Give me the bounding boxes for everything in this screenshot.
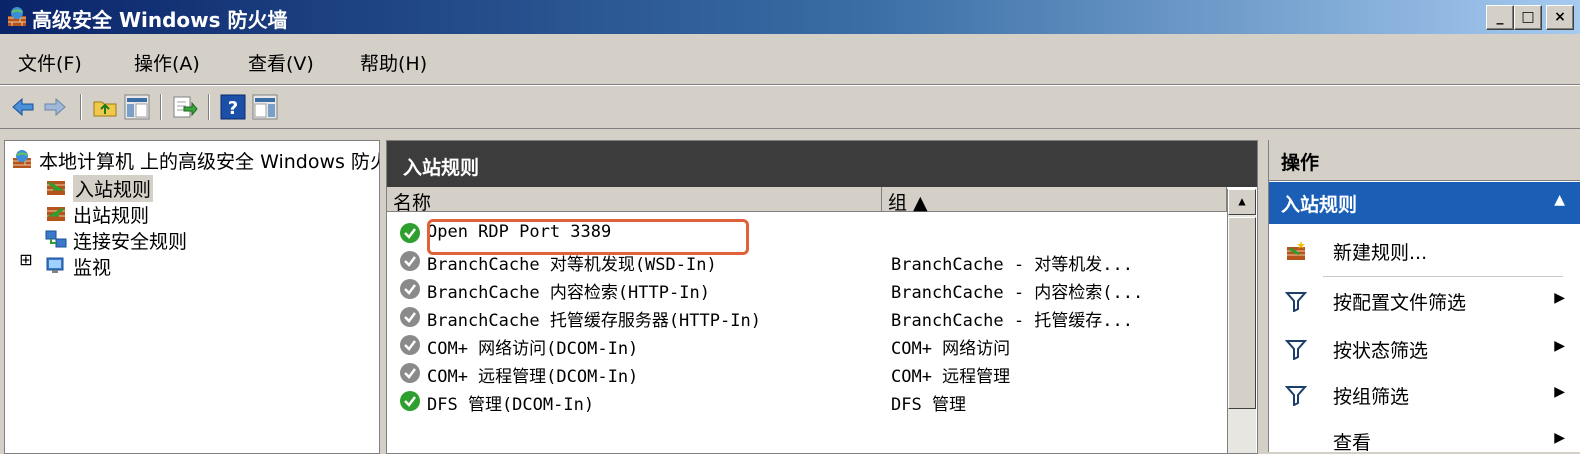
menu-action[interactable]: 操作(A) [134, 49, 200, 76]
action-filter-by-profile[interactable]: 按配置文件筛选 ▶ [1269, 278, 1580, 324]
rule-name: BranchCache 内容检索(HTTP-In) [427, 283, 710, 303]
rule-name: BranchCache 托管缓存服务器(HTTP-In) [427, 311, 761, 331]
navigation-tree: 本地计算机 上的高级安全 Windows 防火墙 入站规则 出站规则 连接安全规… [4, 140, 380, 454]
action-label: 按组筛选 [1333, 386, 1410, 408]
filter-icon [1285, 292, 1307, 312]
rule-group: BranchCache - 内容检索(... [891, 283, 1144, 303]
title-bar: 高级安全 Windows 防火墙 _ □ × [0, 0, 1580, 34]
action-label: 按状态筛选 [1333, 340, 1429, 362]
rule-group: BranchCache - 对等机发... [891, 255, 1133, 275]
maximize-button[interactable]: □ [1514, 5, 1542, 30]
column-name-label: 名称 [393, 192, 432, 214]
menu-help[interactable]: 帮助(H) [360, 49, 427, 76]
window-title: 高级安全 Windows 防火墙 [32, 8, 288, 32]
new-rule-icon [1287, 241, 1305, 260]
tree-item-label: 连接安全规则 [73, 231, 188, 253]
action-filter-by-group[interactable]: 按组筛选 ▶ [1269, 372, 1580, 418]
export-icon[interactable] [172, 94, 198, 120]
submenu-arrow-icon: ▶ [1554, 338, 1565, 354]
toolbar-separator [208, 94, 210, 120]
rule-name: COM+ 远程管理(DCOM-In) [427, 367, 639, 387]
scroll-up-button[interactable]: ▲ [1228, 189, 1256, 215]
tree-root-label: 本地计算机 上的高级安全 Windows 防火墙 [39, 151, 380, 173]
disabled-check-icon [400, 363, 420, 383]
disabled-check-icon [400, 251, 420, 271]
collapse-icon[interactable]: ▲ [1554, 192, 1565, 208]
filter-icon [1285, 340, 1307, 360]
firewall-icon [13, 150, 31, 168]
submenu-arrow-icon: ▶ [1554, 430, 1565, 446]
rule-name: DFS 管理(DCOM-In) [427, 395, 595, 415]
rule-name: COM+ 网络访问(DCOM-In) [427, 339, 639, 359]
rule-row[interactable]: COM+ 远程管理(DCOM-In) COM+ 远程管理 [387, 359, 1227, 387]
up-folder-icon[interactable] [92, 94, 118, 120]
disabled-check-icon [400, 307, 420, 327]
toolbar: ? [0, 86, 1580, 129]
menu-bar: 文件(F) 操作(A) 查看(V) 帮助(H) [0, 36, 1580, 85]
back-icon[interactable] [10, 94, 36, 120]
inbound-rules-icon [47, 181, 65, 195]
svg-text:?: ? [228, 98, 238, 119]
filter-icon [1285, 386, 1307, 406]
show-hide-tree-icon[interactable] [124, 94, 150, 120]
actions-pane-header: 操作 [1269, 140, 1580, 181]
rule-group: COM+ 远程管理 [891, 367, 1011, 387]
rules-pane-title: 入站规则 [403, 157, 480, 179]
action-label: 按配置文件筛选 [1333, 292, 1467, 314]
tree-item-label: 监视 [73, 257, 112, 279]
tree-item-label: 出站规则 [73, 205, 150, 227]
highlight-annotation-box [427, 219, 749, 255]
rules-pane-header: 入站规则 [387, 141, 1257, 187]
rule-group: BranchCache - 托管缓存... [891, 311, 1133, 331]
submenu-arrow-icon: ▶ [1554, 290, 1565, 306]
submenu-arrow-icon: ▶ [1554, 384, 1565, 400]
action-label: 新建规则... [1333, 242, 1428, 264]
actions-section-label: 入站规则 [1281, 194, 1358, 216]
action-view[interactable]: 查看 ▶ [1269, 418, 1580, 452]
rule-group: DFS 管理 [891, 395, 966, 415]
rule-row[interactable]: COM+ 网络访问(DCOM-In) COM+ 网络访问 [387, 331, 1227, 359]
vertical-scrollbar[interactable]: ▲ [1227, 189, 1256, 453]
action-divider [1323, 276, 1563, 277]
expand-icon[interactable]: ⊞ [19, 252, 33, 273]
monitoring-icon [46, 257, 64, 273]
column-header-name[interactable]: 名称 [387, 187, 882, 214]
column-group-label: 组 ▲ [888, 192, 928, 214]
enabled-check-icon [400, 223, 420, 243]
show-hide-action-pane-icon[interactable] [252, 94, 278, 120]
help-icon[interactable]: ? [220, 94, 246, 120]
actions-section-inbound-rules[interactable]: 入站规则 ▲ [1269, 182, 1580, 224]
rule-group: COM+ 网络访问 [891, 339, 1011, 359]
scroll-thumb[interactable] [1228, 217, 1256, 409]
menu-file[interactable]: 文件(F) [18, 49, 82, 76]
toolbar-separator [80, 94, 82, 120]
minimize-button[interactable]: _ [1486, 5, 1514, 30]
menu-view[interactable]: 查看(V) [248, 49, 314, 76]
action-filter-by-state[interactable]: 按状态筛选 ▶ [1269, 326, 1580, 372]
connection-security-icon [45, 230, 67, 248]
outbound-rules-icon [47, 207, 65, 221]
close-button[interactable]: × [1546, 5, 1574, 30]
actions-pane-title: 操作 [1281, 152, 1320, 174]
column-header-group[interactable]: 组 ▲ [882, 187, 1227, 214]
enabled-check-icon [400, 391, 420, 411]
rule-row[interactable]: BranchCache 内容检索(HTTP-In) BranchCache - 内… [387, 275, 1227, 303]
rule-row[interactable]: BranchCache 托管缓存服务器(HTTP-In) BranchCache … [387, 303, 1227, 331]
disabled-check-icon [400, 335, 420, 355]
toolbar-separator [160, 94, 162, 120]
rules-pane: 入站规则 名称 组 ▲ ▲ Open RDP Port 3389 BranchCa… [386, 140, 1258, 454]
actions-pane: 操作 入站规则 ▲ 新建规则... 按配置文件筛选 ▶ 按状态筛选 ▶ 按组筛选 [1268, 140, 1580, 452]
disabled-check-icon [400, 279, 420, 299]
rule-row[interactable]: DFS 管理(DCOM-In) DFS 管理 [387, 387, 1227, 415]
forward-icon[interactable] [42, 94, 68, 120]
tree-item-label: 入站规则 [73, 175, 154, 202]
action-label: 查看 [1333, 432, 1372, 452]
firewall-app-icon [8, 7, 26, 26]
action-new-rule[interactable]: 新建规则... [1269, 228, 1580, 274]
